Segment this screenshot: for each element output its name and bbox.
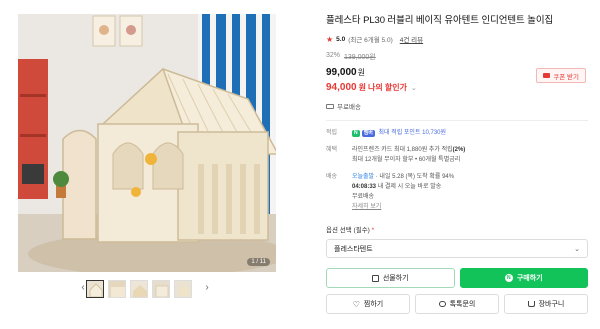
wish-label: 찜하기 (363, 301, 384, 308)
tent-photo (18, 14, 276, 272)
star-icon: ★ (326, 34, 334, 44)
divider (326, 120, 588, 121)
secondary-actions: ♡ 찜하기 톡톡문의 장바구니 (326, 294, 588, 314)
wish-button[interactable]: ♡ 찜하기 (326, 294, 410, 314)
thumbnail[interactable] (130, 280, 148, 298)
delivery-block: 배송 오늘출발 · 내일 5.28 (목) 도착 확률 94% 04:08:33… (326, 172, 588, 212)
my-price-row[interactable]: 94,000 원 나의 할인가 ⌄ (326, 82, 588, 93)
thumbnail[interactable] (86, 280, 104, 298)
benefit-line-1-text: 라인프렌즈 카드 최대 1,880원 추가 적립 (352, 147, 453, 153)
delivery-label: 배송 (326, 174, 338, 180)
inquiry-button[interactable]: 톡톡문의 (415, 294, 499, 314)
delivery-eta: · 내일 5.28 (목) 도착 확률 94% (375, 174, 455, 180)
product-title: 플레스타 PL30 러블리 베이직 유아텐트 인디언텐트 놀이집 (326, 15, 554, 26)
main-product-image[interactable]: 1 / 11 (18, 14, 276, 272)
coupon-button[interactable]: 쿠폰 받기 (536, 68, 586, 83)
delivery-dispatch: 내 결제 시 오늘 바로 발송 (377, 184, 442, 190)
thumbnail[interactable] (174, 280, 192, 298)
today-ship-badge: 오늘출발 (352, 174, 375, 180)
my-price-label: 나의 할인가 (367, 83, 407, 92)
review-link[interactable]: 4건 리뷰 (400, 34, 423, 44)
coupon-icon (543, 73, 551, 78)
chat-icon (438, 301, 446, 307)
coupon-label: 쿠폰 받기 (553, 73, 579, 81)
truck-icon (326, 103, 334, 109)
chevron-down-icon: ⌄ (411, 85, 417, 92)
delivery-line-3: 무료배송 (352, 194, 375, 200)
naver-pay-icon: N (504, 274, 513, 282)
product-info: 플레스타 PL30 러블리 베이직 유아텐트 인디언텐트 놀이집 ★ 5.0 (… (326, 12, 588, 314)
primary-actions: 선물하기 N 구매하기 (326, 268, 588, 288)
delivery-countdown: 04:08:33 (352, 184, 377, 190)
gift-label: 선물하기 (382, 275, 409, 282)
benefit-line-2: 최대 12개월 무이자 할부 • 60개월 특별금리 (352, 157, 461, 163)
option-label: 옵션 선택 (필수) * (326, 224, 588, 234)
image-counter: 1 / 11 (247, 258, 270, 266)
delivery-line-1: 오늘출발 · 내일 5.28 (목) 도착 확률 94% (352, 172, 588, 182)
gift-icon (371, 274, 379, 282)
discount-rate: 32% (326, 52, 341, 59)
discount-row: 32% 139,000원 (326, 52, 588, 62)
delivery-line-2: 04:08:33 내 결제 시 오늘 바로 발송 (352, 182, 588, 192)
buy-button[interactable]: N 구매하기 (459, 268, 588, 288)
inquiry-label: 톡톡문의 (449, 301, 476, 308)
price-unit: 원 (357, 68, 365, 77)
details-more-link[interactable]: 자세히 보기 (352, 202, 588, 212)
benefit-block: 혜택 라인프렌즈 카드 최대 1,880원 추가 적립(2%) 최대 12개월 … (326, 145, 588, 165)
rating-detail: (최근 6개월 5.0) (348, 37, 393, 44)
thumb-next-icon[interactable]: › (202, 282, 212, 293)
my-price-unit: 원 (358, 83, 366, 92)
shipping-text: 무료배송 (337, 104, 361, 111)
my-discount-price: 94,000 (326, 82, 357, 93)
chevron-down-icon: ⌄ (574, 245, 580, 253)
option-label-text: 옵션 선택 (326, 227, 352, 234)
cart-label: 장바구니 (538, 301, 565, 308)
points-block: 적립 N 멤버 최대 적립 포인트 10,730원 (326, 128, 588, 138)
sale-price: 99,000 (326, 67, 357, 78)
rating-score: 5.0 (336, 35, 346, 43)
heart-icon: ♡ (352, 299, 360, 309)
original-price: 139,000원 (344, 54, 376, 61)
benefit-line-1: 라인프렌즈 카드 최대 1,880원 추가 적립(2%) (352, 145, 588, 155)
member-badge: 멤버 (361, 130, 375, 137)
thumbnail[interactable] (152, 280, 170, 298)
option-select[interactable]: 플레스타텐트 ⌄ (326, 239, 588, 258)
shipping-row: 무료배송 (326, 101, 588, 111)
benefit-rate: (2%) (452, 147, 466, 153)
option-selected-value: 플레스타텐트 (334, 245, 373, 253)
thumbnail[interactable] (108, 280, 126, 298)
required-mark: * (371, 227, 375, 234)
points-text: 최대 적립 포인트 10,730원 (378, 130, 447, 136)
naver-badge: N (352, 130, 360, 137)
buy-label: 구매하기 (516, 275, 543, 282)
product-gallery: 1 / 11 ‹ › (18, 14, 276, 314)
cart-icon (527, 301, 535, 307)
gift-button[interactable]: 선물하기 (326, 268, 455, 288)
points-label: 적립 (326, 130, 338, 136)
benefit-label: 혜택 (326, 147, 338, 153)
option-required: (필수) (353, 227, 370, 234)
rating-row: ★ 5.0 (최근 6개월 5.0) 4건 리뷰 (326, 34, 588, 45)
cart-button[interactable]: 장바구니 (504, 294, 588, 314)
thumbnail-strip (86, 280, 192, 298)
